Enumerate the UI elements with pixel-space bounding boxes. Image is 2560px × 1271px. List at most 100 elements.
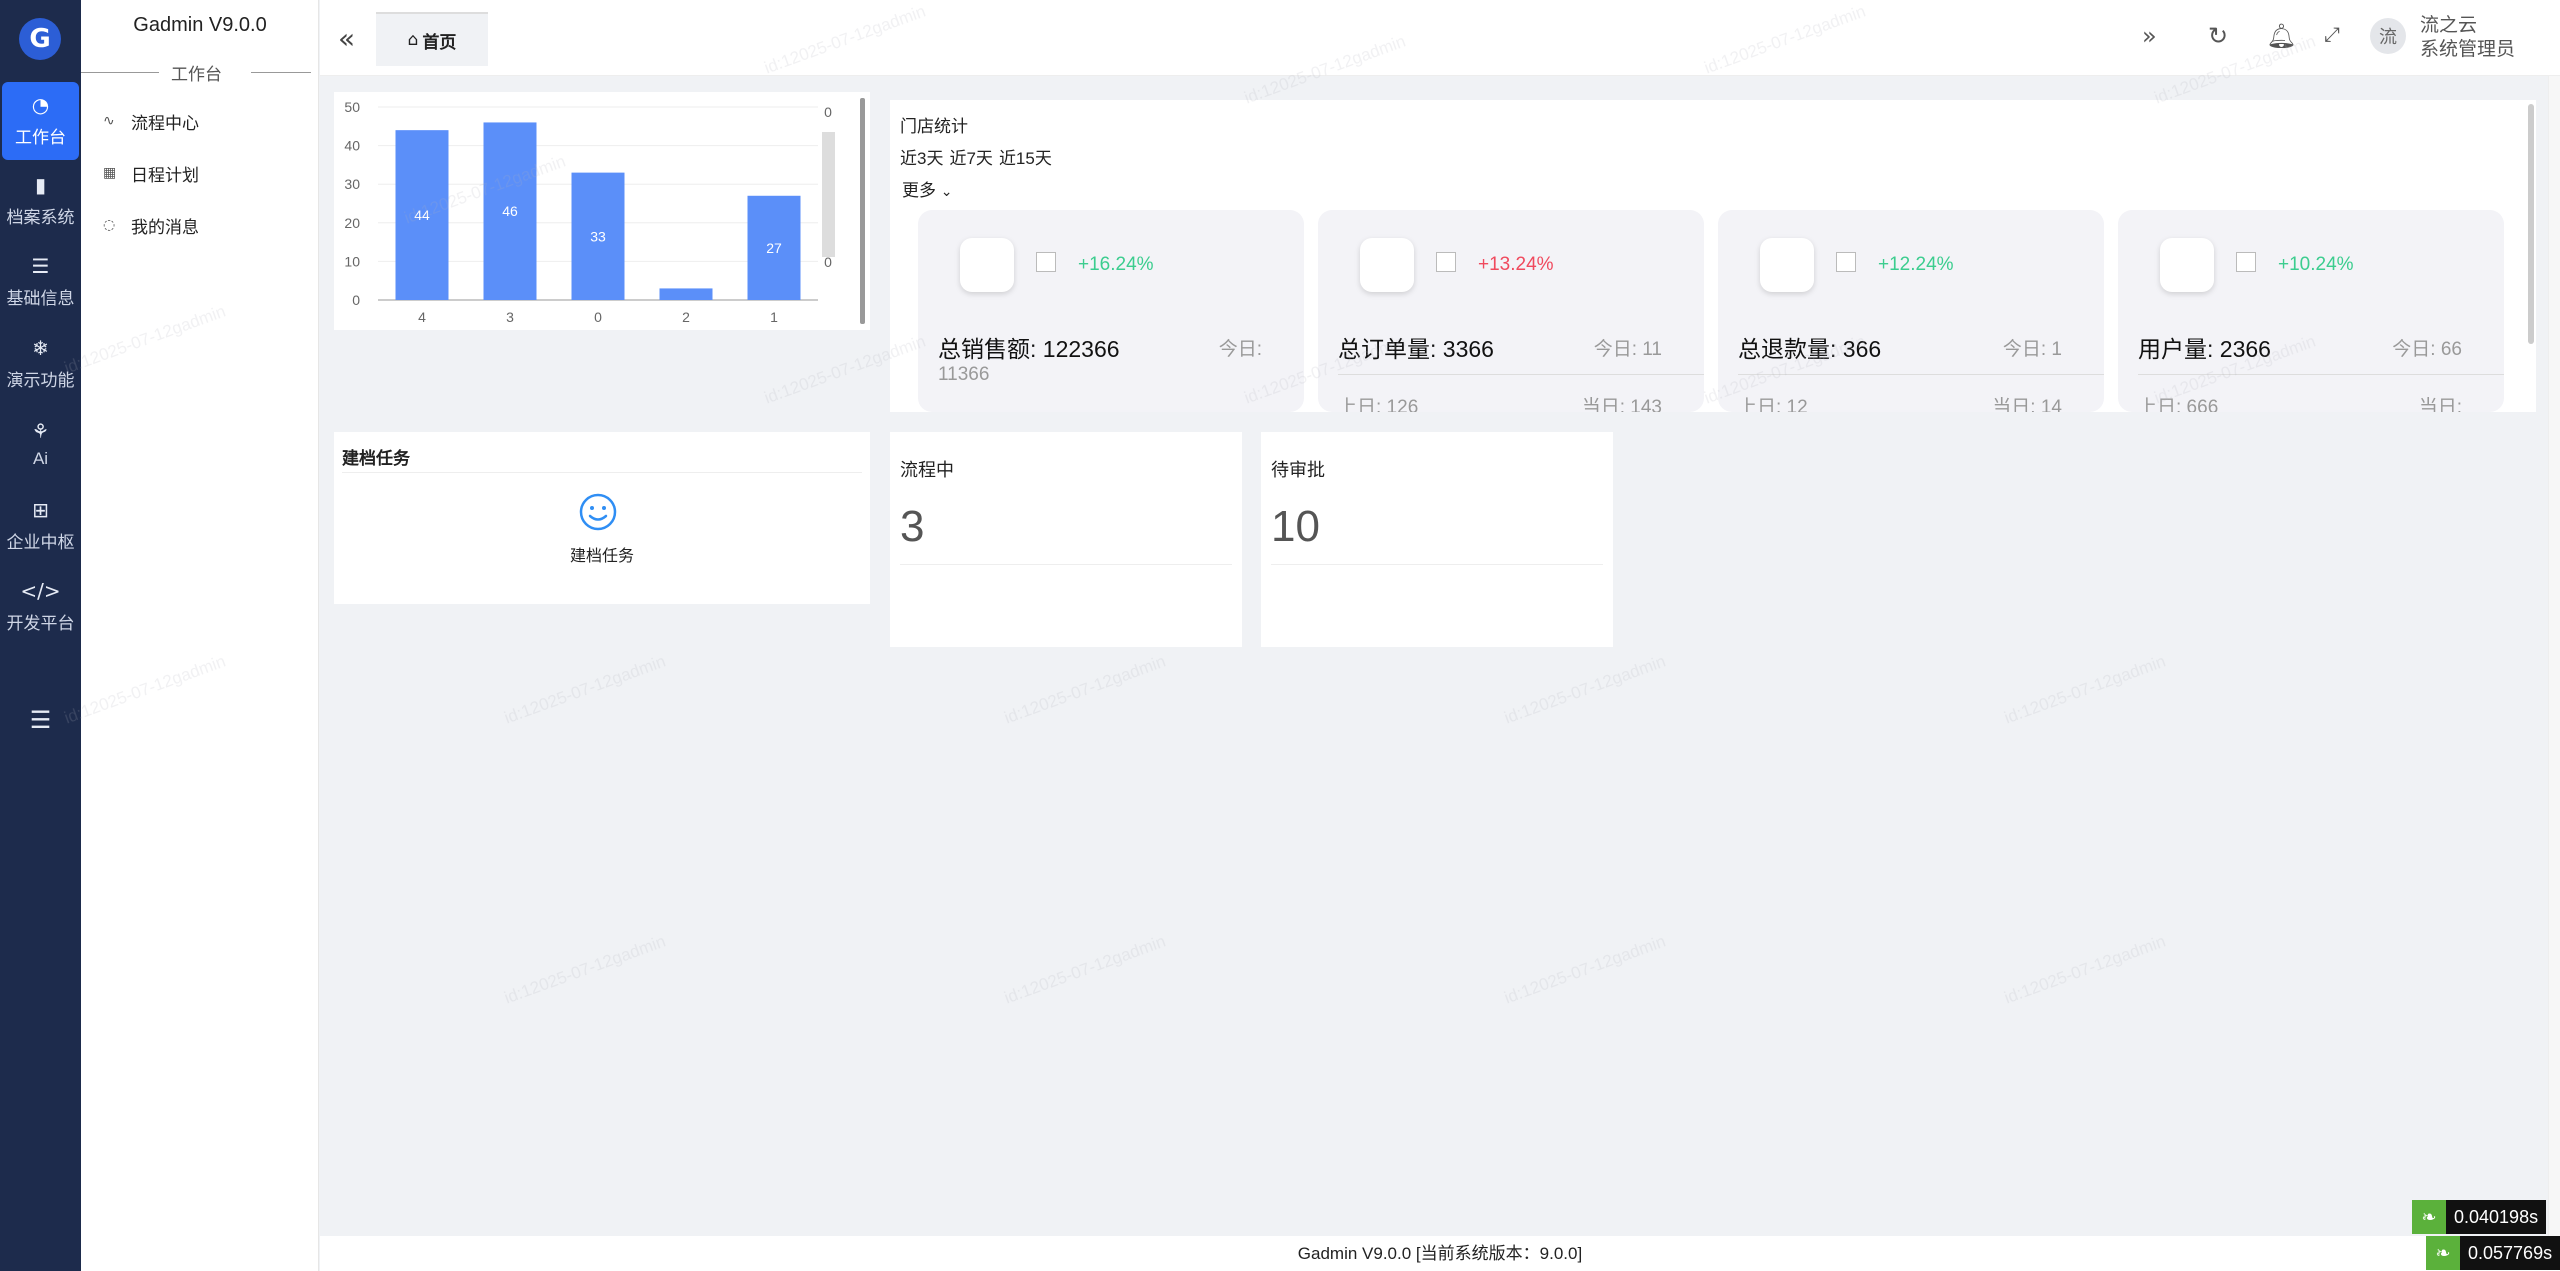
in-progress-card[interactable]: 流程中 3: [890, 432, 1242, 647]
stat-card: +10.24% 用户量: 2366 今日: 66 上日: 666 当日:: [2118, 210, 2504, 412]
stat-total: 总退款量: 366: [1738, 336, 1882, 362]
menu-group-header: 工作台: [81, 60, 319, 84]
user-info[interactable]: 流之云 系统管理员: [2420, 14, 2515, 62]
stat-percent: +16.24%: [1078, 254, 1154, 275]
watermark: id:12025-07-12gadmin: [2001, 931, 2169, 1008]
y-tick-label: 10: [344, 253, 360, 269]
x-tick-label: 3: [506, 309, 514, 325]
user-role: 系统管理员: [2420, 39, 2516, 60]
code-icon: </>: [20, 578, 61, 603]
stat-icon: [960, 238, 1014, 292]
rail-item-label: 企业中枢: [6, 532, 75, 552]
rail-item-label: 工作台: [15, 127, 66, 147]
sidebar-item-2[interactable]: ◌ 我的消息: [103, 209, 199, 241]
leaf-icon: ❧: [2412, 1200, 2446, 1234]
stat-percent: +13.24%: [1478, 254, 1554, 275]
sidebar-item-label: 我的消息: [131, 217, 199, 237]
stat-card: +13.24% 总订单量: 3366 今日: 11 上日: 126 当日: 143: [1318, 210, 1704, 412]
filing-task-card: 建档任务 建档任务: [334, 432, 870, 604]
fullscreen-icon[interactable]: ⤢: [2324, 22, 2340, 46]
bar-value-label: 44: [414, 207, 430, 223]
range-15-days[interactable]: 近15天: [999, 149, 1052, 168]
rail-item-1[interactable]: ▮ 档案系统: [0, 162, 81, 240]
rail-item-6[interactable]: </> 开发平台: [0, 568, 81, 646]
watermark: id:12025-07-12gadmin: [1001, 651, 1169, 728]
store-stats-card: 门店统计 近3天 近7天 近15天 更多 ⌄ +16.24% 总销售额: 122366…: [890, 100, 2536, 412]
tabs-forward-icon[interactable]: »: [2142, 22, 2157, 50]
stat-total: 总订单量: 3366: [1338, 336, 1494, 362]
stats-scrollbar[interactable]: [2528, 104, 2534, 344]
stat-current-day: 当日:: [2418, 397, 2462, 412]
data-zoom-slider[interactable]: [822, 132, 835, 257]
x-tick-label: 1: [770, 309, 778, 325]
rail-item-5[interactable]: ⊞ 企业中枢: [0, 487, 81, 565]
icon-rail: G ◔ 工作台 ▮ 档案系统 ☰ 基础信息 ❄ 演示功能 ⚘ Ai ⊞ 企业中枢 </> 开发平台 ☰: [0, 0, 81, 1271]
rail-item-label: 基础信息: [6, 288, 75, 308]
sidebar-item-label: 日程计划: [131, 165, 199, 185]
y-tick-label: 50: [344, 99, 360, 115]
trend-icon: [2236, 252, 2256, 272]
app-title: Gadmin V9.0.0: [133, 14, 267, 36]
list-icon: ☰: [31, 253, 50, 278]
chart-scrollbar[interactable]: [860, 98, 865, 324]
rail-item-0[interactable]: ◔ 工作台: [2, 82, 79, 160]
rail-item-label: 演示功能: [6, 370, 75, 390]
avatar[interactable]: 流: [2370, 18, 2406, 54]
y-tick-label: 40: [344, 138, 360, 154]
pending-approval-card[interactable]: 待审批 10: [1261, 432, 1613, 647]
stat-today: 今日: 11: [1593, 339, 1662, 360]
bar[interactable]: [659, 288, 713, 300]
home-icon: ⌂: [407, 30, 419, 50]
ai-icon: ⚘: [31, 419, 50, 443]
rail-item-4[interactable]: ⚘ Ai: [0, 406, 81, 484]
message-icon: ◌: [103, 217, 116, 233]
trend-icon: [1436, 252, 1456, 272]
watermark: id:12025-07-12gadmin: [501, 651, 669, 728]
page-scrollbar[interactable]: [2548, 76, 2560, 1236]
top-header: « ⌂ 首页 » ↻ 🔔︎ ⤢ 流 流之云 系统管理员: [320, 0, 2560, 76]
more-dropdown[interactable]: 更多 ⌄: [902, 176, 952, 201]
stat-prev-day: 上日: 12: [1738, 397, 1808, 412]
stat-percent: +10.24%: [2278, 254, 2354, 275]
menu-fold-icon[interactable]: ☰: [0, 700, 81, 740]
stat-total: 用户量: 2366: [2138, 336, 2271, 362]
pending-approval-title: 待审批: [1271, 460, 1325, 480]
chevron-down-icon: ⌄: [940, 184, 953, 200]
in-progress-count: 3: [900, 502, 925, 551]
rail-item-2[interactable]: ☰ 基础信息: [0, 243, 81, 321]
rail-item-label: Ai: [32, 449, 49, 468]
y-tick-label: 0: [352, 292, 360, 308]
range-3-days[interactable]: 近3天: [900, 149, 943, 168]
sidebar-item-1[interactable]: ▦ 日程计划: [103, 157, 199, 189]
stat-today: 今日:: [1218, 339, 1262, 360]
footer: Gadmin V9.0.0 [当前系统版本：9.0.0]: [320, 1236, 2560, 1271]
collapse-sidebar-icon[interactable]: «: [338, 22, 355, 55]
stat-percent: +12.24%: [1878, 254, 1954, 275]
filing-task-link[interactable]: 建档任务: [334, 542, 870, 566]
zoom-range-label: 0: [824, 104, 832, 120]
watermark: id:12025-07-12gadmin: [1501, 931, 1669, 1008]
stat-icon: [2160, 238, 2214, 292]
stat-today: 今日: 66: [2392, 339, 2462, 360]
watermark: id:12025-07-12gadmin: [501, 931, 669, 1008]
sidebar-item-0[interactable]: ∿ 流程中心: [103, 105, 199, 137]
bar-chart-card: 0 10 20 30 40 50 44 4 46 3 33 0 2 27 1 0 0: [334, 92, 870, 330]
trend-icon: [1836, 252, 1856, 272]
bar-value-label: 46: [502, 203, 518, 219]
x-tick-label: 0: [594, 309, 602, 325]
y-tick-label: 30: [344, 176, 360, 192]
rail-item-3[interactable]: ❄ 演示功能: [0, 325, 81, 403]
stat-icon: [1360, 238, 1414, 292]
stat-icon: [1760, 238, 1814, 292]
sidebar-menu: Gadmin V9.0.0 工作台 ∿ 流程中心 ▦ 日程计划 ◌ 我的消息: [81, 0, 319, 1271]
bell-icon[interactable]: 🔔︎: [2266, 22, 2296, 50]
bar-value-label: 27: [766, 240, 782, 256]
trend-icon: [1036, 252, 1056, 272]
zoom-range-label: 0: [824, 254, 832, 270]
app-logo[interactable]: G: [19, 18, 61, 60]
bar-chart-icon: ▮: [34, 172, 46, 197]
range-7-days[interactable]: 近7天: [949, 149, 992, 168]
tab-home[interactable]: ⌂ 首页: [376, 12, 488, 66]
calendar-icon: ▦: [103, 165, 117, 181]
refresh-icon[interactable]: ↻: [2208, 22, 2228, 50]
